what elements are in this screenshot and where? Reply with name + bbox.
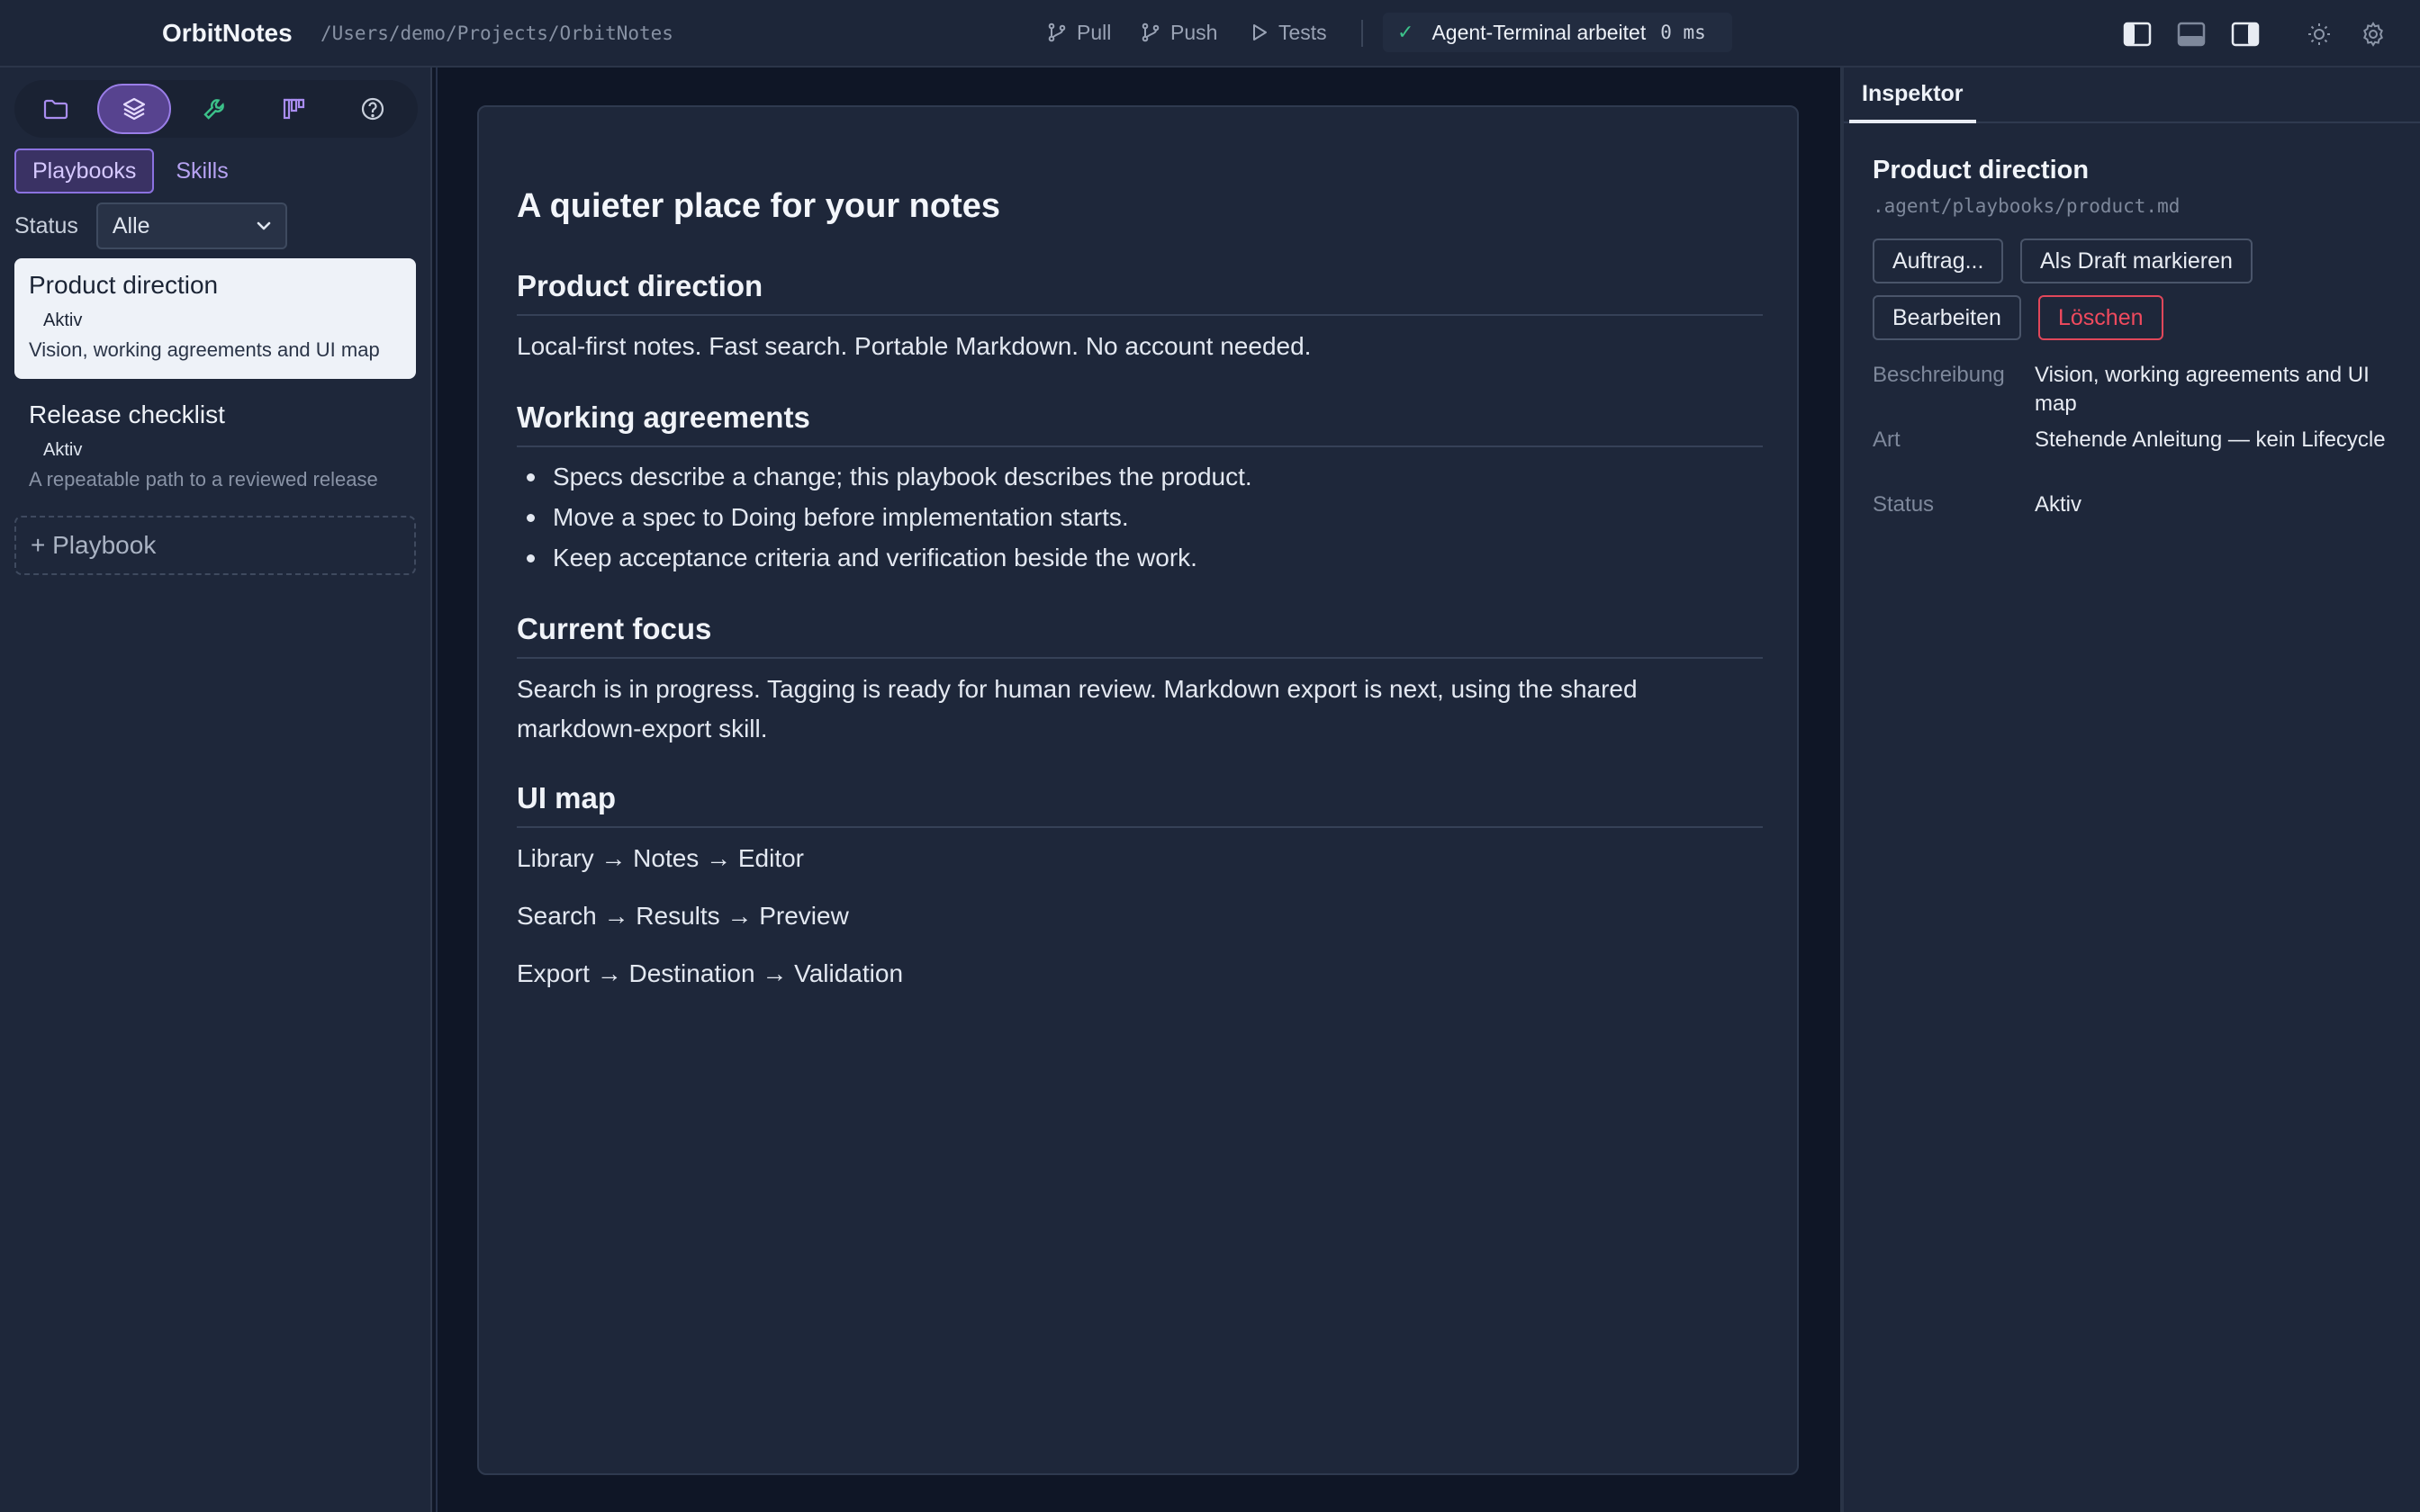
tab-playbooks[interactable]: Playbooks (14, 148, 155, 194)
ui-map-line: Export → Destination → Validation (517, 959, 904, 987)
layout-bottom-panel-icon[interactable] (2177, 20, 2206, 49)
add-playbook-button[interactable]: + Playbook (14, 516, 416, 575)
tests-button[interactable]: Tests (1248, 18, 1327, 47)
document-view: A quieter place for your notes Product d… (477, 105, 1799, 1475)
ui-map-line: Search → Results → Preview (517, 902, 849, 930)
playbook-item-release-checklist[interactable]: Release checklist Aktiv A repeatable pat… (14, 388, 416, 508)
layout-sidebar-right-icon[interactable] (2231, 20, 2260, 49)
section-heading-ui-map: UI map (517, 779, 1763, 828)
agent-status-text: Agent-Terminal arbeitet (1431, 20, 1647, 44)
inspector-divider[interactable] (1840, 68, 1844, 1512)
status-filter: Status Alle (14, 202, 287, 249)
tab-inspector[interactable]: Inspektor (1849, 68, 1976, 123)
meta-value: Vision, working agreements and UI map (2035, 363, 2370, 416)
meta-value: Stehende Anleitung — kein Lifecycle (2035, 428, 2386, 452)
list-item: Move a spec to Doing before implementati… (517, 497, 1763, 537)
section-text-product-direction: Local-first notes. Fast search. Portable… (517, 332, 1312, 360)
sun-icon[interactable] (2305, 20, 2334, 49)
meta-value: Aktiv (2035, 492, 2082, 517)
layers-icon[interactable] (97, 84, 171, 134)
meta-label: Art (1873, 428, 1901, 452)
list-item: Keep acceptance criteria and verificatio… (517, 537, 1763, 578)
pull-label: Pull (1077, 20, 1112, 44)
inspector-title: Product direction (1873, 156, 2090, 184)
play-icon (1248, 22, 1269, 43)
agent-duration: 0 ms (1660, 22, 1706, 43)
status-select-value: Alle (112, 212, 150, 238)
mark-draft-button[interactable]: Als Draft markieren (2020, 238, 2253, 284)
tests-label: Tests (1278, 20, 1327, 44)
edit-button[interactable]: Bearbeiten (1873, 295, 2021, 340)
view-switcher (14, 80, 418, 138)
tab-skills[interactable]: Skills (159, 148, 244, 194)
pull-button[interactable]: Pull (1046, 18, 1111, 47)
inspector-file-path: .agent/playbooks/product.md (1873, 195, 2181, 217)
playbook-item-title: Product direction (29, 271, 219, 299)
section-text-current-focus: Search is in progress. Tagging is ready … (517, 675, 1638, 742)
working-agreements-list: Specs describe a change; this playbook d… (517, 456, 1763, 578)
help-icon[interactable] (351, 87, 394, 130)
kanban-icon[interactable] (272, 87, 315, 130)
top-bar: OrbitNotes /Users/demo/Projects/OrbitNot… (0, 0, 2420, 68)
push-label: Push (1170, 20, 1218, 44)
layout-sidebar-left-icon[interactable] (2123, 20, 2152, 49)
status-select[interactable]: Alle (95, 202, 287, 249)
document-title: A quieter place for your notes (517, 187, 1001, 225)
toolbar-divider (1361, 20, 1363, 47)
delete-button[interactable]: Löschen (2038, 295, 2163, 340)
status-badge: Aktiv (43, 440, 83, 460)
ui-map-line: Library → Notes → Editor (517, 844, 804, 872)
agent-status-badge: ✓ Agent-Terminal arbeitet 0 ms (1383, 13, 1732, 52)
meta-label: Status (1873, 492, 1935, 517)
inspector-panel: Inspektor Product direction .agent/playb… (1840, 68, 2420, 1512)
inspector-tabs: Inspektor (1844, 68, 2420, 123)
assign-button[interactable]: Auftrag... (1873, 238, 2004, 284)
git-branch-icon (1046, 22, 1068, 43)
main-divider (436, 68, 438, 1512)
status-badge: Aktiv (43, 310, 83, 330)
section-heading-working-agreements: Working agreements (517, 399, 1763, 447)
git-push-icon (1140, 22, 1161, 43)
meta-kind: Art Stehende Anleitung — kein Lifecycle (1873, 426, 2395, 454)
chevron-down-icon (255, 217, 273, 235)
section-heading-current-focus: Current focus (517, 610, 1763, 659)
playbook-item-description: Vision, working agreements and UI map (29, 338, 380, 361)
project-path: /Users/demo/Projects/OrbitNotes (321, 22, 673, 44)
status-filter-label: Status (14, 212, 78, 238)
gear-icon[interactable] (2359, 20, 2388, 49)
playbook-item-title: Release checklist (29, 400, 225, 428)
meta-status: Status Aktiv (1873, 490, 2395, 519)
meta-label: Beschreibung (1873, 363, 2005, 387)
sidebar: Playbooks Skills Status Alle Product dir… (0, 68, 430, 1512)
list-item: Specs describe a change; this playbook d… (517, 456, 1763, 497)
sidebar-tabs: Playbooks Skills (14, 148, 245, 195)
check-icon: ✓ (1397, 21, 1414, 43)
wrench-icon[interactable] (193, 87, 236, 130)
push-button[interactable]: Push (1140, 18, 1217, 47)
app-title: OrbitNotes (162, 19, 293, 47)
playbook-item-product-direction[interactable]: Product direction Aktiv Vision, working … (14, 258, 416, 379)
section-heading-product-direction: Product direction (517, 267, 1763, 316)
playbook-item-description: A repeatable path to a reviewed release (29, 468, 378, 490)
meta-description: Beschreibung Vision, working agreements … (1873, 361, 2395, 418)
folder-icon[interactable] (34, 87, 77, 130)
